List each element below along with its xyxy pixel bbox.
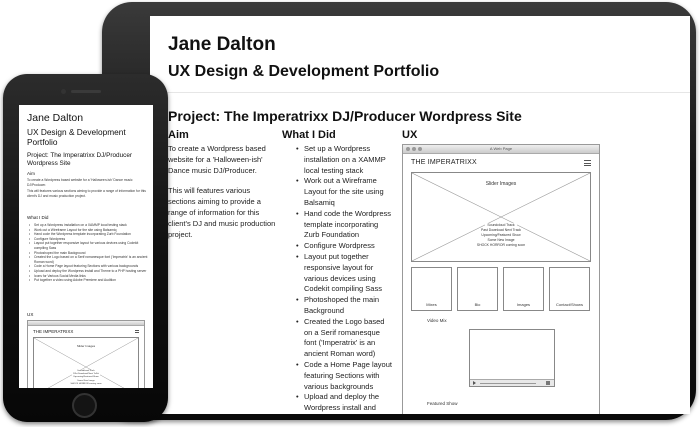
header-divider (150, 92, 690, 93)
list-item: Created the Logo based on a Serif romane… (29, 255, 149, 264)
phone-what-i-did-heading: What I Did (27, 215, 49, 220)
phone-wireframe-slider-lines: Soundcloud Track Past Download Next Trac… (34, 370, 138, 387)
aim-paragraph: This will features various sections aimi… (168, 186, 276, 239)
list-item: Code a Home Page layout featuring Sectio… (296, 360, 394, 392)
list-item: Set up a Wordpress installation on a XAM… (296, 144, 394, 176)
wireframe-browser-bar: A Web Page (403, 145, 599, 154)
page-title: Jane Dalton (168, 34, 276, 55)
wireframe-slider-label: Slider Images (485, 181, 517, 187)
list-item: Layout put together responsive layout fo… (29, 241, 149, 250)
list-item: Created the Logo based on a Serif romane… (296, 317, 394, 360)
phone-what-i-did-list: Set up a Wordpress installation on a XAM… (29, 223, 149, 283)
wireframe-video-label: Video Mix (427, 318, 447, 323)
project-title: Project: The Imperatrixx DJ/Producer Wor… (168, 108, 522, 124)
list-item: Layout put together responsive layout fo… (296, 252, 394, 295)
wireframe-slider-placeholder: Slider Images Soundcloud Track Past Down… (411, 172, 591, 262)
wireframe-tile: Mixes (411, 267, 452, 311)
hamburger-menu-icon (584, 160, 591, 166)
wireframe-line: SHOCK HORROR coming soon (69, 382, 103, 387)
list-item: Configure Wordpress (296, 241, 394, 252)
wireframe-window-title: A Web Page (489, 146, 513, 151)
phone-speaker (71, 90, 101, 93)
wireframe-line: SHOCK HORROR coming soon (474, 243, 528, 248)
phone-page-title: Jane Dalton (27, 112, 84, 124)
phone-camera-icon (61, 89, 66, 94)
tile-label: Images (516, 302, 531, 307)
home-button[interactable] (72, 393, 97, 418)
phone-wireframe-slider-label: Slider Images (76, 344, 96, 348)
phone-page-subtitle: UX Design & Development Portfolio (27, 127, 126, 147)
list-item: Work out a Wireframe Layout for the site… (296, 176, 394, 208)
hamburger-menu-icon (135, 330, 139, 333)
what-i-did-list: Set up a Wordpress installation on a XAM… (296, 144, 394, 414)
phone-device: Jane Dalton UX Design & Development Port… (3, 74, 168, 422)
video-controls (470, 379, 554, 386)
phone-ux-heading: UX (27, 312, 34, 317)
volume-icon (546, 381, 550, 385)
aim-heading: Aim (168, 129, 189, 141)
list-item: Put together a video using Adobe Premier… (29, 278, 149, 283)
phone-wireframe-slider-placeholder: Slider Images Soundcloud Track Past Down… (33, 337, 139, 388)
play-icon (473, 381, 476, 385)
wireframe-video-player (469, 329, 555, 387)
wireframe-site-title: THE IMPERATRIXX (411, 159, 477, 166)
ux-wireframe-image[interactable]: A Web Page THE IMPERATRIXX Slider Images… (402, 144, 600, 414)
list-item: Hand code the Wordpress template incorpo… (296, 209, 394, 241)
wireframe-featured-label: Featured Show (427, 401, 458, 406)
phone-wireframe-site-title: THE IMPERATRIXX (33, 329, 74, 334)
phone-aim-paragraph: To create a Wordpress based website for … (27, 178, 133, 187)
list-item: Photoshoped the main Background (296, 295, 394, 317)
list-item: Upload and deploy the Wordpress install … (296, 392, 394, 414)
phone-screen: Jane Dalton UX Design & Development Port… (19, 105, 153, 388)
page-subtitle: UX Design & Development Portfolio (168, 63, 440, 80)
wireframe-slider-lines: Soundcloud Track Past Download Next Trac… (412, 223, 590, 248)
tile-label: Mixes (426, 302, 437, 307)
video-progress-bar (480, 383, 536, 384)
phone-project-title: Project: The Imperatrixx DJ/Producer Wor… (27, 152, 133, 167)
aim-text: To create a Wordpress based website for … (168, 144, 278, 250)
what-i-did-heading: What I Did (282, 129, 336, 141)
tablet-screen: Jane Dalton UX Design & Development Port… (150, 16, 690, 414)
phone-aim-heading: Aim (27, 171, 35, 176)
ux-heading: UX (402, 129, 418, 141)
tile-label: Contact/Shows (556, 302, 583, 307)
tile-label: Bio (474, 302, 481, 307)
wireframe-tile: Images (503, 267, 544, 311)
tablet-device: Jane Dalton UX Design & Development Port… (102, 2, 696, 420)
phone-aim-paragraph: This will features various sections aimi… (27, 189, 146, 198)
wireframe-tiles: Mixes Bio Images Contact/Shows (411, 267, 591, 311)
phone-ux-wireframe-image[interactable]: THE IMPERATRIXX Slider Images Soundcloud… (27, 320, 145, 388)
wireframe-browser-bar (28, 321, 144, 326)
wireframe-tile: Contact/Shows (549, 267, 590, 311)
wireframe-tile: Bio (457, 267, 498, 311)
aim-paragraph: To create a Wordpress based website for … (168, 144, 266, 175)
